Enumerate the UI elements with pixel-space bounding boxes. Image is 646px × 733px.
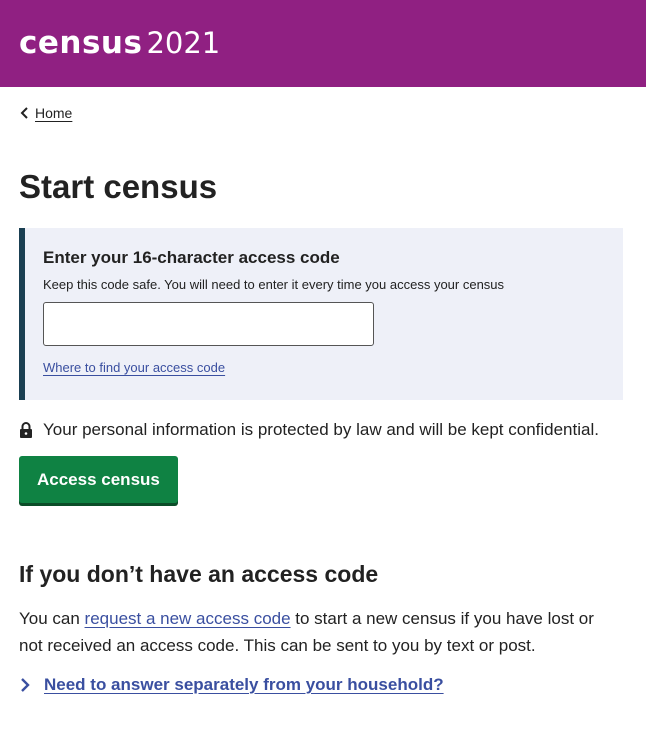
no-code-paragraph: You can request a new access code to sta… — [19, 605, 619, 659]
no-code-text-before: You can — [19, 609, 85, 628]
legal-notice: Your personal information is protected b… — [19, 418, 627, 442]
chevron-left-icon — [20, 107, 28, 119]
access-code-hint: Keep this code safe. You will need to en… — [43, 277, 505, 292]
census-2021-logo[interactable]: census 2021 — [19, 28, 220, 59]
chevron-right-icon — [21, 678, 30, 692]
logo-year: 2021 — [146, 26, 221, 60]
find-access-code-link[interactable]: Where to find your access code — [43, 360, 225, 375]
legal-text: Your personal information is protected b… — [43, 420, 599, 439]
logo-word: census — [19, 25, 143, 61]
page-title: Start census — [19, 168, 218, 205]
access-code-panel: Enter your 16-character access code Keep… — [19, 228, 623, 400]
breadcrumb-home-link[interactable]: Home — [35, 105, 72, 121]
main-content: Home Start census Enter your 16-characte… — [0, 103, 646, 695]
answer-separately-details[interactable]: Need to answer separately from your hous… — [19, 675, 627, 695]
site-header: census 2021 — [0, 0, 646, 87]
request-new-code-link[interactable]: request a new access code — [85, 609, 291, 628]
access-census-button[interactable]: Access census — [19, 456, 178, 503]
access-code-label: Enter your 16-character access code — [43, 248, 340, 267]
access-code-input[interactable] — [43, 302, 374, 346]
answer-separately-link[interactable]: Need to answer separately from your hous… — [44, 675, 444, 695]
lock-icon — [20, 422, 32, 438]
breadcrumb: Home — [19, 103, 627, 123]
no-code-heading: If you don’t have an access code — [19, 561, 379, 587]
